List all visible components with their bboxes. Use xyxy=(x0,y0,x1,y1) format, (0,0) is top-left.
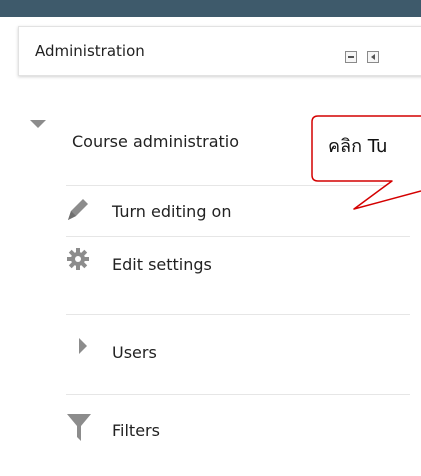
page: Administration Course administratio Turn… xyxy=(0,0,421,476)
tree-item-label: Filters xyxy=(112,421,160,440)
dock-block-icon[interactable] xyxy=(367,51,379,63)
callout-text: คลิก Tu xyxy=(328,136,388,157)
top-bar xyxy=(0,0,421,17)
tree-item-label: Edit settings xyxy=(112,255,212,274)
tree-item-edit-settings[interactable]: Edit settings xyxy=(66,236,410,284)
block-title: Administration xyxy=(35,42,145,60)
filter-icon xyxy=(67,414,91,441)
course-administration-label[interactable]: Course administratio xyxy=(72,132,239,151)
caret-right-icon xyxy=(79,338,87,354)
administration-block-header: Administration xyxy=(18,26,421,76)
tree-item-label: Users xyxy=(112,343,157,362)
tree-item-turn-editing-on[interactable]: Turn editing on xyxy=(66,185,410,233)
caret-down-icon xyxy=(30,120,46,128)
gear-icon xyxy=(67,248,89,270)
tree-item-users[interactable]: Users xyxy=(66,314,410,362)
collapse-block-icon[interactable] xyxy=(345,51,357,63)
tree-item-filters[interactable]: Filters xyxy=(66,394,410,442)
tree-item-label: Turn editing on xyxy=(112,202,232,221)
pencil-icon xyxy=(68,199,88,220)
